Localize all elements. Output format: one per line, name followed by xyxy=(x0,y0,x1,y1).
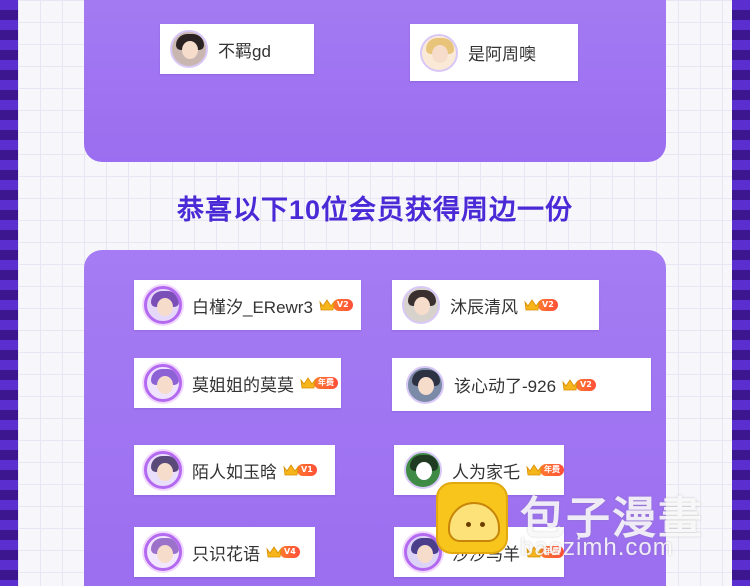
user-avatar-icon xyxy=(144,364,182,402)
winner-card[interactable]: 只识花语 V4 xyxy=(134,527,315,577)
vip-badge: 年费 xyxy=(300,375,338,391)
vip-badge: V2 xyxy=(524,297,558,313)
bun-logo-icon xyxy=(436,482,508,554)
winner-nickname: 陌人如玉晗 xyxy=(192,462,277,482)
crown-icon xyxy=(524,298,540,312)
winner-card[interactable]: 莫姐姐的莫莫 年费 xyxy=(134,358,341,408)
winner-nickname: 沐辰清风 xyxy=(450,297,518,317)
left-border-decoration xyxy=(0,0,18,586)
crown-icon xyxy=(526,463,542,477)
user-avatar-icon xyxy=(144,533,182,571)
user-avatar-icon xyxy=(170,30,208,68)
watermark-url: baozimh.com xyxy=(520,534,674,561)
winner-nickname: 白槿汐_ERewr3 xyxy=(192,297,313,317)
vip-badge: V2 xyxy=(319,297,353,313)
vip-badge: V4 xyxy=(266,544,300,560)
vip-badge: 年费 xyxy=(526,462,564,478)
crown-icon xyxy=(266,545,282,559)
winner-nickname: 人为家乇 xyxy=(452,462,520,482)
winner-card[interactable]: 是阿周噢 xyxy=(410,24,578,81)
vip-level-tag: V2 xyxy=(576,378,596,391)
winner-nickname: 莫姐姐的莫莫 xyxy=(192,375,294,395)
user-avatar-icon xyxy=(402,286,440,324)
vip-badge: V2 xyxy=(562,377,596,393)
section-headline: 恭喜以下10位会员获得周边一份 xyxy=(176,195,574,225)
winner-nickname: 是阿周噢 xyxy=(468,45,536,64)
user-avatar-icon xyxy=(144,286,182,324)
vip-level-tag: V1 xyxy=(297,464,317,476)
winner-nickname: 只识花语 xyxy=(192,544,260,564)
vip-level-tag: V4 xyxy=(280,546,300,558)
watermark: 包子漫畫 baozimh.com xyxy=(436,482,736,562)
winner-card[interactable]: 白槿汐_ERewr3 V2 xyxy=(134,280,361,330)
winner-card[interactable]: 陌人如玉晗 V1 xyxy=(134,445,335,495)
winner-card[interactable]: 沐辰清风 V2 xyxy=(392,280,599,330)
winner-card[interactable]: 该心动了-926 V2 xyxy=(392,358,651,411)
crown-icon xyxy=(319,298,335,312)
crown-icon xyxy=(562,378,578,392)
winner-nickname: 不羁gd xyxy=(218,41,271,61)
crown-icon xyxy=(300,376,316,390)
vip-badge: V1 xyxy=(283,462,317,478)
user-avatar-icon xyxy=(420,33,458,72)
winner-card[interactable]: 不羁gd xyxy=(160,24,314,74)
crown-icon xyxy=(283,463,299,477)
vip-level-tag: 年费 xyxy=(314,377,338,389)
user-avatar-icon xyxy=(144,451,182,489)
user-avatar-icon xyxy=(406,365,444,404)
vip-level-tag: V2 xyxy=(538,299,558,311)
vip-level-tag: V2 xyxy=(332,299,353,311)
vip-level-tag: 年费 xyxy=(540,464,564,476)
winner-nickname: 该心动了-926 xyxy=(454,377,557,396)
